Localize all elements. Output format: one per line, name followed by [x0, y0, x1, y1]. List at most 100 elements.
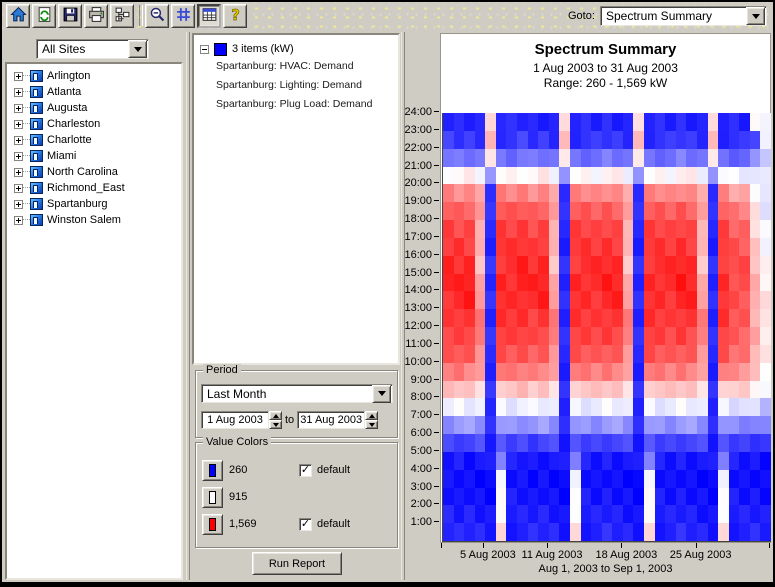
expand-icon[interactable] [14, 184, 23, 193]
heatmap-cell [729, 291, 740, 309]
heatmap-cell [591, 167, 602, 185]
report-item[interactable]: Spartanburg: HVAC: Demand [216, 57, 398, 76]
heatmap-cell [686, 381, 697, 399]
heatmap-cell [665, 363, 676, 381]
tree-connector [23, 139, 30, 141]
chart-range-label: Range: 260 - 1,569 kW [441, 76, 770, 90]
expand-icon[interactable] [14, 168, 23, 177]
heatmap-cell [729, 363, 740, 381]
heatmap-cell [612, 523, 623, 541]
heatmap-cell [739, 434, 750, 452]
heatmap-cell [528, 505, 539, 523]
chevron-down-icon[interactable] [128, 40, 147, 58]
heatmap-cell [612, 220, 623, 238]
heatmap-cell [676, 327, 687, 345]
heatmap-cell [665, 398, 676, 416]
site-icon [30, 118, 43, 130]
site-label: Arlington [47, 70, 90, 82]
start-date-up-button[interactable] [269, 411, 282, 420]
heatmap-cell [697, 291, 708, 309]
sidebar-item-richmond-east[interactable]: Richmond_East [7, 180, 181, 196]
expand-icon[interactable] [14, 152, 23, 161]
heatmap-cell [708, 291, 719, 309]
heatmap-cell [475, 220, 486, 238]
heatmap-cell [602, 113, 613, 131]
heatmap-cell [549, 202, 560, 220]
home-button[interactable] [6, 4, 30, 28]
period-preset-combobox[interactable]: Last Month [201, 384, 393, 403]
sidebar-item-miami[interactable]: Miami [7, 148, 181, 164]
grid-button[interactable] [171, 4, 195, 28]
heatmap-cell [739, 256, 750, 274]
end-date-down-button[interactable] [365, 420, 378, 429]
zoom-out-icon [149, 6, 166, 26]
heatmap-cell [528, 131, 539, 149]
hierarchy-button[interactable] [110, 4, 134, 28]
save-button[interactable] [58, 4, 82, 28]
heatmap-cell [644, 452, 655, 470]
expand-icon[interactable] [14, 88, 23, 97]
heatmap-cell [443, 488, 454, 506]
sidebar-item-arlington[interactable]: Arlington [7, 68, 181, 84]
y-tick-label: 21:00 [400, 160, 439, 172]
end-date-up-button[interactable] [365, 411, 378, 420]
y-tick-mark [434, 200, 439, 201]
chevron-down-icon[interactable] [372, 385, 391, 403]
color-swatch-button[interactable] [202, 487, 223, 508]
heatmap-cell [581, 256, 592, 274]
heatmap-cell [602, 291, 613, 309]
default-checkbox[interactable]: ✓ [299, 464, 312, 477]
heatmap-cell [485, 488, 496, 506]
site-filter-value: All Sites [37, 42, 128, 56]
collapse-icon[interactable] [200, 45, 209, 54]
heatmap-cell [633, 381, 644, 399]
heatmap-cell [464, 220, 475, 238]
start-date-field[interactable]: 1 Aug 2003 [201, 411, 269, 429]
heatmap-cell [517, 345, 528, 363]
refresh-button[interactable] [32, 4, 56, 28]
default-checkbox[interactable]: ✓ [299, 518, 312, 531]
sidebar-item-charleston[interactable]: Charleston [7, 116, 181, 132]
y-tick-label: 23:00 [400, 124, 439, 136]
heatmap-cell [591, 470, 602, 488]
sidebar-item-spartanburg[interactable]: Spartanburg [7, 196, 181, 212]
expand-icon[interactable] [14, 136, 23, 145]
expand-icon[interactable] [14, 120, 23, 129]
end-date-field[interactable]: 31 Aug 2003 [297, 411, 365, 429]
heatmap-cell [506, 523, 517, 541]
expand-icon[interactable] [14, 72, 23, 81]
heatmap-cell [655, 398, 666, 416]
heatmap-cell [528, 452, 539, 470]
heatmap-cell [602, 523, 613, 541]
print-button[interactable] [84, 4, 108, 28]
help-button[interactable]: ? [223, 4, 247, 28]
goto-combobox[interactable]: Spectrum Summary [600, 6, 767, 26]
zoom-out-button[interactable] [145, 4, 169, 28]
table-icon [201, 6, 218, 26]
site-filter-combobox[interactable]: All Sites [36, 39, 149, 59]
color-swatch [209, 518, 216, 531]
run-report-button[interactable]: Run Report [252, 552, 342, 575]
color-swatch-button[interactable] [202, 514, 223, 535]
heatmap-cell [506, 274, 517, 292]
table-button[interactable] [197, 4, 221, 28]
sidebar-item-north-carolina[interactable]: North Carolina [7, 164, 181, 180]
heatmap-cell [528, 113, 539, 131]
expand-icon[interactable] [14, 216, 23, 225]
heatmap-cell [464, 309, 475, 327]
heatmap-cell [602, 470, 613, 488]
sidebar-item-augusta[interactable]: Augusta [7, 100, 181, 116]
expand-icon[interactable] [14, 200, 23, 209]
sidebar-item-atlanta[interactable]: Atlanta [7, 84, 181, 100]
start-date-down-button[interactable] [269, 420, 282, 429]
report-item[interactable]: Spartanburg: Plug Load: Demand [216, 95, 398, 114]
items-header-row[interactable]: 3 items (kW) [200, 41, 398, 57]
sidebar-item-winston-salem[interactable]: Winston Salem [7, 212, 181, 228]
report-item[interactable]: Spartanburg: Lighting: Demand [216, 76, 398, 95]
expand-icon[interactable] [14, 104, 23, 113]
x-axis-labels: 5 Aug 200311 Aug 200318 Aug 200325 Aug 2… [441, 549, 770, 562]
sidebar-item-charlotte[interactable]: Charlotte [7, 132, 181, 148]
heatmap-cell [729, 167, 740, 185]
chevron-down-icon[interactable] [746, 7, 765, 25]
color-swatch-button[interactable] [202, 460, 223, 481]
